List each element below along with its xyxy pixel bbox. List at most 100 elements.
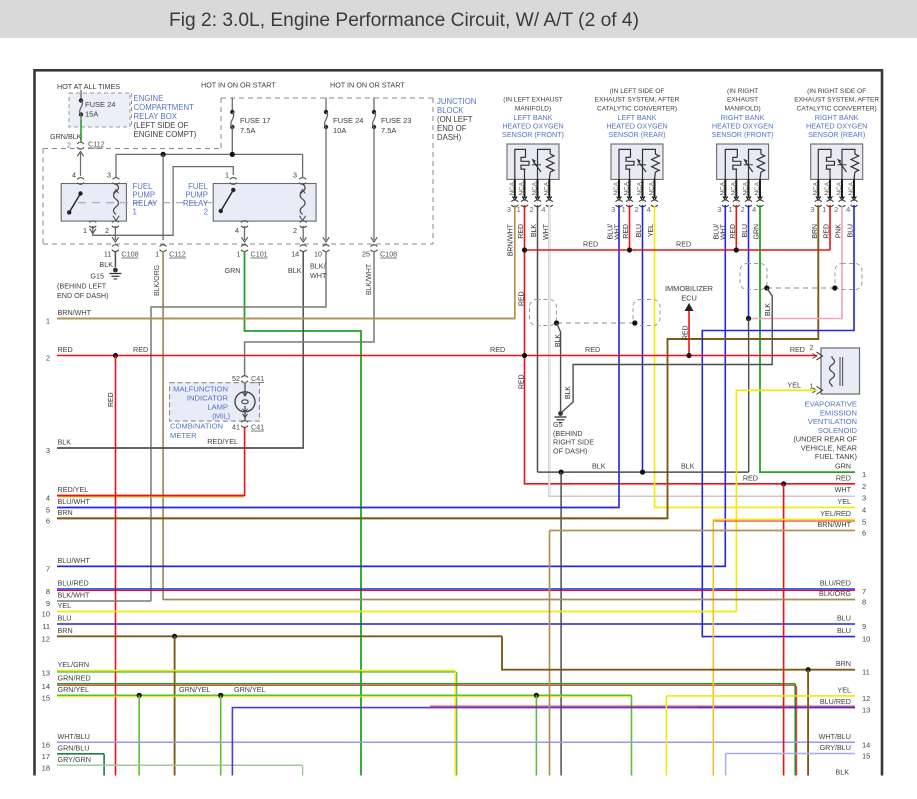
svg-text:BLK: BLK bbox=[99, 260, 113, 269]
svg-text:NCA: NCA bbox=[613, 181, 620, 195]
svg-text:BLU: BLU bbox=[58, 614, 72, 623]
svg-text:4: 4 bbox=[46, 494, 50, 503]
svg-text:NCA: NCA bbox=[730, 181, 737, 195]
svg-text:2: 2 bbox=[635, 205, 639, 214]
svg-text:1: 1 bbox=[46, 317, 50, 326]
svg-text:FUSE 17: FUSE 17 bbox=[240, 116, 270, 125]
svg-text:RED: RED bbox=[583, 240, 598, 249]
svg-text:BLU/: BLU/ bbox=[714, 224, 721, 239]
svg-text:7: 7 bbox=[862, 587, 866, 596]
svg-text:2: 2 bbox=[46, 354, 50, 363]
svg-text:G15: G15 bbox=[90, 272, 104, 281]
svg-text:JUNCTION: JUNCTION bbox=[437, 97, 476, 106]
svg-text:2: 2 bbox=[105, 226, 109, 235]
svg-text:BLU/: BLU/ bbox=[608, 224, 615, 239]
svg-text:BLOCK: BLOCK bbox=[437, 106, 464, 115]
svg-text:Fig 2: 3.0L, Engine Performanc: Fig 2: 3.0L, Engine Performance Circuit,… bbox=[169, 10, 639, 31]
svg-text:NCA: NCA bbox=[649, 181, 656, 195]
svg-text:10: 10 bbox=[314, 250, 322, 259]
svg-text:RED: RED bbox=[743, 473, 758, 482]
svg-text:4: 4 bbox=[752, 205, 756, 214]
svg-text:GRN: GRN bbox=[835, 462, 851, 471]
svg-text:BLU: BLU bbox=[837, 614, 851, 623]
svg-text:3: 3 bbox=[810, 205, 814, 214]
svg-text:BRN/WHT: BRN/WHT bbox=[507, 223, 514, 256]
svg-text:C108: C108 bbox=[121, 250, 138, 259]
svg-text:15: 15 bbox=[42, 693, 50, 702]
svg-text:WHT: WHT bbox=[310, 271, 327, 280]
svg-text:LAMP: LAMP bbox=[207, 403, 228, 412]
svg-text:BLK/WHT: BLK/WHT bbox=[366, 263, 373, 295]
svg-text:NCA: NCA bbox=[743, 181, 750, 195]
svg-text:NCA: NCA bbox=[719, 181, 726, 195]
svg-text:1: 1 bbox=[133, 208, 137, 217]
svg-text:2: 2 bbox=[810, 343, 814, 352]
svg-text:GRN/RED: GRN/RED bbox=[58, 673, 91, 682]
svg-text:C101: C101 bbox=[251, 250, 268, 259]
svg-text:BLU/RED: BLU/RED bbox=[820, 579, 851, 588]
svg-text:HOT IN ON OR START: HOT IN ON OR START bbox=[330, 81, 405, 90]
svg-text:NCA: NCA bbox=[824, 181, 831, 195]
svg-text:8: 8 bbox=[862, 598, 866, 607]
svg-text:10: 10 bbox=[862, 635, 870, 644]
svg-text:1: 1 bbox=[237, 250, 241, 259]
svg-text:RED: RED bbox=[519, 374, 526, 389]
svg-text:(IN LEFT SIDE OF: (IN LEFT SIDE OF bbox=[610, 88, 665, 95]
svg-text:YEL/GRN: YEL/GRN bbox=[58, 660, 90, 669]
svg-text:7: 7 bbox=[46, 564, 50, 573]
svg-text:13: 13 bbox=[42, 669, 50, 678]
svg-text:BLU: BLU bbox=[837, 626, 851, 635]
svg-text:11: 11 bbox=[104, 250, 111, 259]
svg-text:NCA: NCA bbox=[519, 181, 526, 195]
svg-text:BLK: BLK bbox=[58, 438, 72, 447]
svg-text:3: 3 bbox=[46, 446, 50, 455]
svg-text:NCA: NCA bbox=[509, 181, 516, 195]
svg-text:GRN/YEL: GRN/YEL bbox=[58, 685, 90, 694]
svg-text:6: 6 bbox=[862, 529, 866, 538]
svg-text:BLU/RED: BLU/RED bbox=[58, 579, 89, 588]
svg-text:C41: C41 bbox=[251, 423, 264, 432]
svg-text:RELAY BOX: RELAY BOX bbox=[134, 112, 178, 121]
svg-text:9: 9 bbox=[862, 622, 866, 631]
svg-text:3: 3 bbox=[611, 205, 615, 214]
svg-text:GRN/BLU: GRN/BLU bbox=[58, 743, 90, 752]
svg-text:YEL: YEL bbox=[837, 497, 851, 506]
svg-text:NCA: NCA bbox=[812, 181, 819, 195]
svg-text:IMMOBILIZER: IMMOBILIZER bbox=[665, 284, 713, 293]
svg-text:BLK/ORG: BLK/ORG bbox=[154, 265, 161, 296]
svg-text:WHT: WHT bbox=[615, 223, 622, 239]
svg-text:ENGINE: ENGINE bbox=[134, 94, 164, 103]
svg-text:COMBINATION: COMBINATION bbox=[170, 422, 223, 431]
svg-text:14: 14 bbox=[862, 740, 870, 749]
svg-text:BLK: BLK bbox=[555, 334, 562, 347]
svg-text:WHT/BLU: WHT/BLU bbox=[819, 732, 851, 741]
svg-text:RED: RED bbox=[676, 240, 691, 249]
svg-text:MANIFOLD): MANIFOLD) bbox=[724, 106, 760, 113]
svg-text:16: 16 bbox=[42, 740, 50, 749]
svg-text:(IN RIGHT SIDE OF: (IN RIGHT SIDE OF bbox=[807, 88, 866, 95]
svg-text:5: 5 bbox=[46, 506, 50, 515]
svg-text:(IN LEFT EXHAUST: (IN LEFT EXHAUST bbox=[503, 97, 563, 104]
svg-text:7.5A: 7.5A bbox=[240, 126, 255, 135]
svg-text:12: 12 bbox=[42, 634, 50, 643]
svg-text:EXHAUST SYSTEM, AFTER: EXHAUST SYSTEM, AFTER bbox=[794, 97, 879, 104]
svg-text:GRN: GRN bbox=[225, 266, 241, 275]
svg-text:NCA: NCA bbox=[532, 181, 539, 195]
svg-text:8: 8 bbox=[46, 587, 50, 596]
svg-text:RED: RED bbox=[133, 345, 148, 354]
svg-text:5: 5 bbox=[862, 518, 866, 527]
svg-text:RED: RED bbox=[836, 473, 851, 482]
svg-text:ENGINE COMPT): ENGINE COMPT) bbox=[134, 130, 197, 139]
svg-text:(UNDER REAR OF: (UNDER REAR OF bbox=[793, 435, 857, 444]
svg-text:4: 4 bbox=[647, 205, 651, 214]
svg-text:RED: RED bbox=[585, 345, 600, 354]
svg-text:2: 2 bbox=[293, 226, 297, 235]
svg-text:YEL: YEL bbox=[837, 685, 851, 694]
svg-text:BLK: BLK bbox=[681, 462, 695, 471]
svg-text:SENSOR (REAR): SENSOR (REAR) bbox=[808, 130, 865, 139]
svg-text:14: 14 bbox=[42, 682, 50, 691]
svg-text:(IN RIGHT: (IN RIGHT bbox=[727, 88, 758, 95]
svg-text:WHT: WHT bbox=[721, 223, 728, 239]
svg-text:1: 1 bbox=[155, 250, 159, 259]
svg-text:NCA: NCA bbox=[848, 181, 855, 195]
